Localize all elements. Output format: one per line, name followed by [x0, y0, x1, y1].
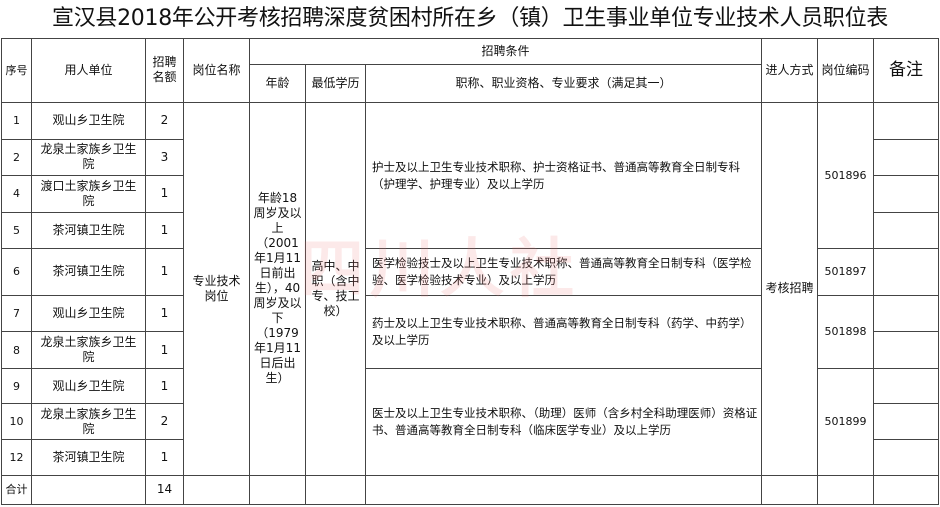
- note-cell: [873, 331, 940, 369]
- count-cell: 1: [145, 248, 184, 296]
- header-edu: 最低学历: [305, 64, 366, 103]
- code-cell: 501897: [817, 248, 875, 296]
- count-cell: 1: [145, 367, 184, 405]
- unit-cell: 龙泉土家族乡卫生院: [31, 403, 146, 440]
- empty-cell: [761, 474, 819, 506]
- header-note: 备注: [873, 38, 940, 103]
- count-cell: 1: [145, 331, 184, 369]
- seq-cell: 7: [1, 294, 32, 333]
- unit-cell: 渡口土家族乡卫生院: [31, 175, 146, 213]
- page-title: 宣汉县2018年公开考核招聘深度贫困村所在乡（镇）卫生事业单位专业技术人员职位表: [52, 6, 888, 31]
- note-cell: [873, 367, 940, 405]
- empty-cell: [305, 474, 366, 506]
- total-label: 合计: [1, 474, 32, 506]
- note-cell: [873, 294, 940, 333]
- seq-cell: 10: [1, 403, 32, 440]
- header-method: 进人方式: [761, 38, 819, 103]
- code-cell: 501896: [817, 101, 875, 250]
- age-cell: 年龄18周岁及以上（2001年1月11日前出生），40周岁及以下（1979年1月…: [249, 101, 306, 476]
- header-position: 岗位名称: [183, 38, 250, 103]
- count-cell: 1: [145, 294, 184, 333]
- empty-cell: [249, 474, 306, 506]
- seq-cell: 1: [1, 101, 32, 140]
- empty-cell: [31, 474, 146, 506]
- seq-cell: 4: [1, 175, 32, 213]
- seq-cell: 9: [1, 367, 32, 405]
- count-cell: 3: [145, 138, 184, 177]
- requirement-cell: 药士及以上卫生专业技术职称、普通高等教育全日制专科（药学、中药学）及以上学历: [364, 294, 763, 369]
- count-cell: 2: [145, 101, 184, 140]
- count-cell: 2: [145, 403, 184, 440]
- note-cell: [873, 438, 940, 476]
- position-cell: 专业技术岗位: [183, 101, 250, 476]
- requirement-cell: 医学检验技士及以上卫生专业技术职称、普通高等教育全日制专科（医学检验、医学检验技…: [364, 248, 763, 296]
- seq-cell: 2: [1, 138, 32, 177]
- seq-cell: 5: [1, 211, 32, 250]
- total-row: 合计 14: [1, 474, 940, 506]
- count-cell: 1: [145, 438, 184, 476]
- edu-cell: 高中、中职（含中专、技工校）: [305, 101, 366, 476]
- unit-cell: 茶河镇卫生院: [31, 438, 146, 476]
- header-req: 职称、职业资格、专业要求（满足其一）: [364, 64, 763, 103]
- header-code: 岗位编码: [817, 38, 875, 103]
- note-cell: [873, 138, 940, 177]
- header-unit: 用人单位: [31, 38, 146, 103]
- unit-cell: 观山乡卫生院: [31, 101, 146, 140]
- unit-cell: 龙泉土家族乡卫生院: [31, 331, 146, 369]
- requirement-cell: 医士及以上卫生专业技术职称、（助理）医师（含乡村全科助理医师）资格证书、普通高等…: [364, 367, 763, 476]
- unit-cell: 观山乡卫生院: [31, 294, 146, 333]
- header-count: 招聘名额: [145, 38, 184, 103]
- empty-cell: [364, 474, 763, 506]
- empty-cell: [817, 474, 875, 506]
- method-cell: 考核招聘: [761, 101, 819, 476]
- note-cell: [873, 211, 940, 250]
- code-cell: 501898: [817, 294, 875, 369]
- empty-cell: [183, 474, 250, 506]
- seq-cell: 8: [1, 331, 32, 369]
- note-cell: [873, 248, 940, 296]
- header-age: 年龄: [249, 64, 306, 103]
- header-seq: 序号: [1, 38, 32, 103]
- note-cell: [873, 175, 940, 213]
- count-cell: 1: [145, 211, 184, 250]
- unit-cell: 观山乡卫生院: [31, 367, 146, 405]
- seq-cell: 6: [1, 248, 32, 296]
- empty-cell: [873, 474, 940, 506]
- requirement-cell: 护士及以上卫生专业技术职称、护士资格证书、普通高等教育全日制专科（护理学、护理专…: [364, 101, 763, 250]
- position-table: 序号 用人单位 招聘名额 岗位名称 招聘条件 进人方式 岗位编码 备注 年龄 最…: [1, 37, 940, 506]
- seq-cell: 12: [1, 438, 32, 476]
- unit-cell: 茶河镇卫生院: [31, 211, 146, 250]
- code-cell: 501899: [817, 367, 875, 476]
- note-cell: [873, 101, 940, 140]
- unit-cell: 龙泉土家族乡卫生院: [31, 138, 146, 177]
- total-count: 14: [145, 474, 184, 506]
- note-cell: [873, 403, 940, 440]
- header-conditions: 招聘条件: [248, 37, 763, 66]
- table-row: 1 观山乡卫生院 2 专业技术岗位 年龄18周岁及以上（2001年1月11日前出…: [1, 101, 940, 476]
- count-cell: 1: [145, 175, 184, 213]
- unit-cell: 茶河镇卫生院: [31, 248, 146, 296]
